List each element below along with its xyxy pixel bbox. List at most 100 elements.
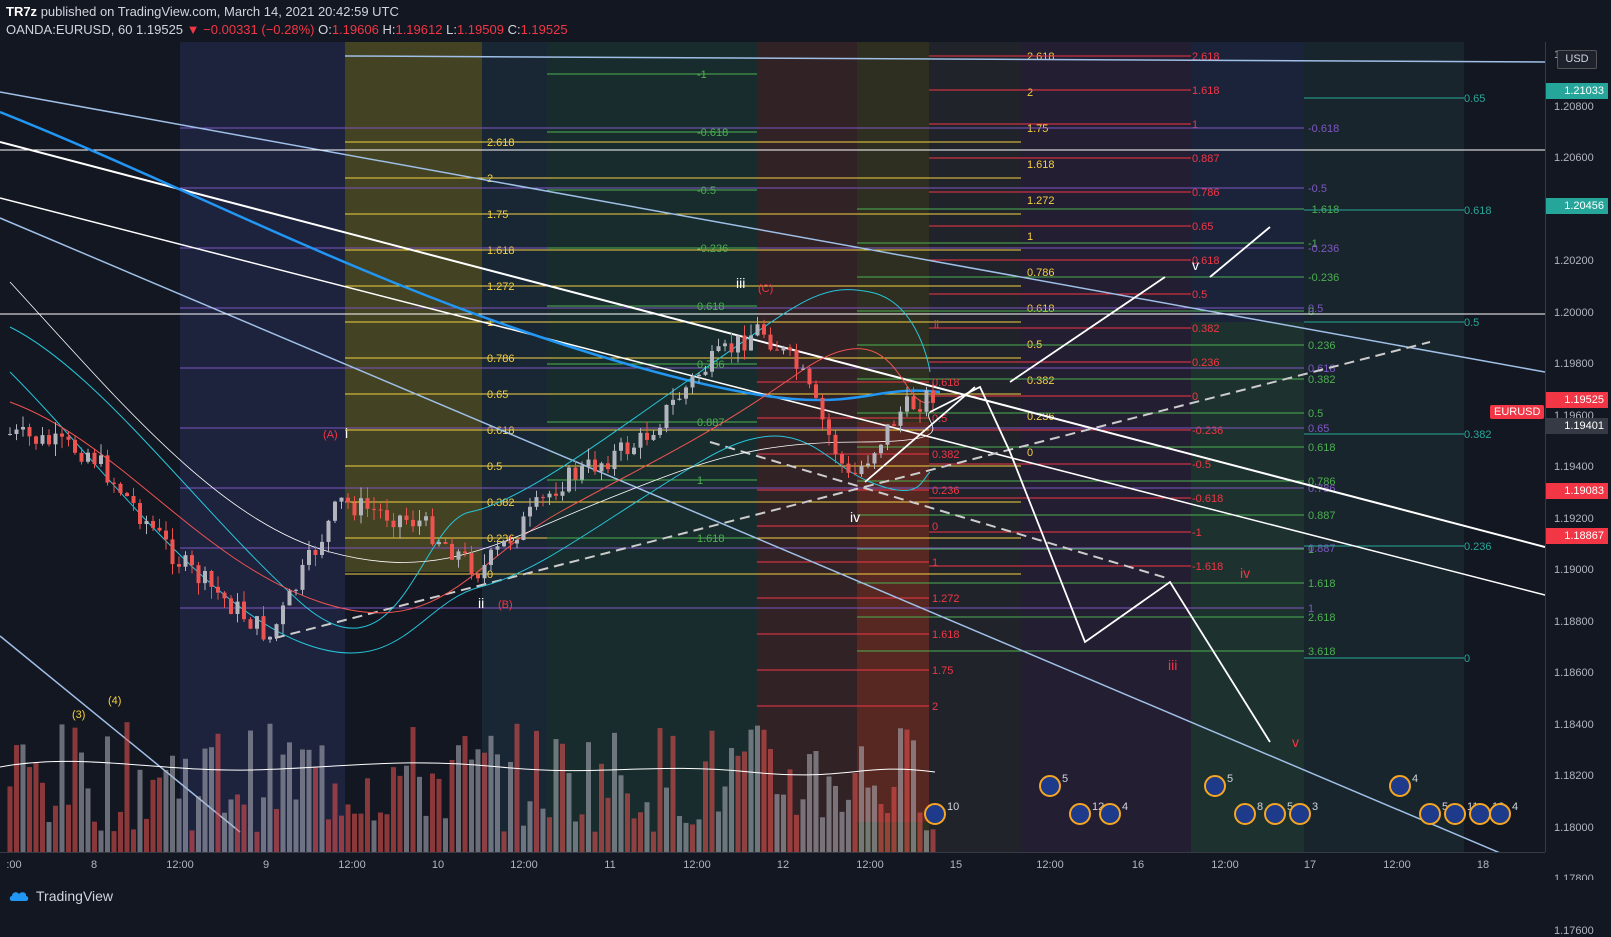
candle-body — [788, 347, 792, 351]
volume-bar — [514, 723, 520, 852]
candle-body — [40, 435, 45, 444]
candle-body — [255, 616, 259, 629]
fib-red-right-label: 0.382 — [1192, 323, 1220, 335]
symbol-name[interactable]: OANDA:EURUSD, 60 — [6, 22, 132, 37]
volume-bar — [410, 727, 416, 852]
cloud-icon — [9, 892, 29, 901]
volume-bar — [254, 831, 260, 852]
zone-navy-1 — [180, 42, 345, 852]
wave-label-red-ii: ii — [934, 319, 939, 331]
candle-body — [365, 498, 370, 509]
volume-bar — [27, 767, 32, 852]
volume-bar — [924, 830, 929, 852]
volume-bar — [618, 775, 624, 852]
fib-yellow-left-label: 1.272 — [487, 281, 515, 293]
fib-yellow-right-label: 1.272 — [1027, 195, 1055, 207]
price-tag: 1.18867 — [1546, 528, 1608, 544]
volume-bar — [592, 831, 598, 852]
candle-body — [209, 571, 214, 587]
candle-body — [541, 497, 545, 499]
fib-yellow-right-label: 1 — [1027, 231, 1033, 243]
volume-bar — [14, 745, 19, 852]
fib-red-mid-label: 1 — [932, 557, 938, 569]
high-value: 1.19612 — [395, 22, 443, 37]
candle-body — [619, 442, 623, 451]
fib-purple-right-label: 0.65 — [1308, 423, 1329, 435]
candle-body — [476, 574, 480, 579]
volume-bar — [586, 742, 591, 852]
candle-body — [248, 619, 253, 629]
candle-body — [710, 351, 714, 372]
volume-bar — [703, 761, 708, 852]
volume-bar — [144, 818, 149, 852]
candle-body — [164, 530, 168, 540]
tradingview-logo[interactable]: TradingView — [8, 888, 113, 904]
candle-body — [567, 467, 571, 492]
time-tick: 18 — [1476, 859, 1490, 871]
fib-purple-right-label: 1 — [1308, 603, 1314, 615]
author-name[interactable]: TR7z — [6, 4, 37, 19]
volume-bar — [638, 812, 643, 852]
candle-body — [612, 450, 617, 470]
volume-bar — [391, 767, 396, 852]
volume-bar — [865, 787, 871, 852]
fib-yellow-left-label: 0.65 — [487, 389, 508, 401]
candle-body — [66, 436, 71, 440]
volume-bar — [170, 755, 175, 852]
candle-body — [853, 472, 857, 475]
candle-body — [833, 434, 838, 455]
fib-purple-right-label: -0.236 — [1308, 243, 1339, 255]
fib-green-right-label: 3.618 — [1308, 646, 1336, 658]
candle-body — [372, 508, 376, 510]
fib-green-mid-label: -0.618 — [697, 127, 728, 139]
volume-bar — [709, 730, 715, 852]
volume-bar — [807, 754, 812, 852]
event-count: 4 — [1412, 773, 1418, 785]
candle-body — [606, 463, 610, 470]
volume-bar — [397, 775, 403, 852]
volume-bar — [46, 822, 52, 852]
fib-teal-far-label: 0.5 — [1464, 317, 1479, 329]
price-tick: 1.20800 — [1554, 100, 1594, 113]
zone-brown — [757, 42, 857, 852]
candle-body — [801, 368, 805, 370]
price-axis[interactable]: 1.210001.208001.206001.204001.202001.200… — [1545, 42, 1611, 937]
chart-canvas[interactable]: 2.618 2 1.75 1.618 1.272 1 0.786 0.65 0.618 0.5 0.… — [0, 42, 1545, 852]
candle-body — [651, 434, 656, 440]
candle-body — [573, 467, 578, 480]
volume-bar — [118, 811, 123, 852]
volume-bar — [215, 733, 221, 852]
volume-bar — [345, 804, 351, 852]
candle-body — [911, 396, 916, 410]
publish-line: TR7z published on TradingView.com, March… — [6, 4, 399, 19]
candle-body — [79, 452, 84, 462]
volume-bar — [33, 762, 39, 852]
volume-bar — [768, 749, 773, 852]
candle-body — [300, 564, 305, 590]
volume-bar — [332, 783, 338, 852]
candle-body — [320, 541, 324, 555]
price-tick: 1.20200 — [1554, 255, 1594, 267]
candle-body — [560, 491, 565, 496]
fib-yellow-left-label: 2 — [487, 173, 493, 185]
fib-red-mid-label: 1.272 — [932, 593, 960, 605]
volume-bar — [274, 809, 279, 852]
candle-body — [196, 565, 201, 584]
volume-bar — [183, 758, 188, 852]
volume-bar — [917, 812, 923, 852]
candle-body — [183, 555, 188, 567]
volume-bar — [508, 761, 513, 852]
volume-bar — [111, 831, 117, 852]
volume-bar — [209, 747, 214, 852]
candle-body — [27, 426, 32, 437]
volume-bar — [859, 746, 864, 852]
price-tick: 1.20600 — [1554, 152, 1594, 164]
volume-bar — [176, 798, 182, 852]
event-count: 4 — [1512, 801, 1518, 813]
candle-body — [216, 586, 220, 593]
candle-body — [385, 510, 389, 521]
currency-button[interactable]: USD — [1557, 50, 1597, 69]
volume-bar — [644, 802, 650, 852]
time-axis[interactable]: :00 8 12:00 9 12:00 10 12:00 11 12:00 12 12:00 15 12… — [0, 852, 1545, 881]
volume-bar — [521, 825, 526, 852]
